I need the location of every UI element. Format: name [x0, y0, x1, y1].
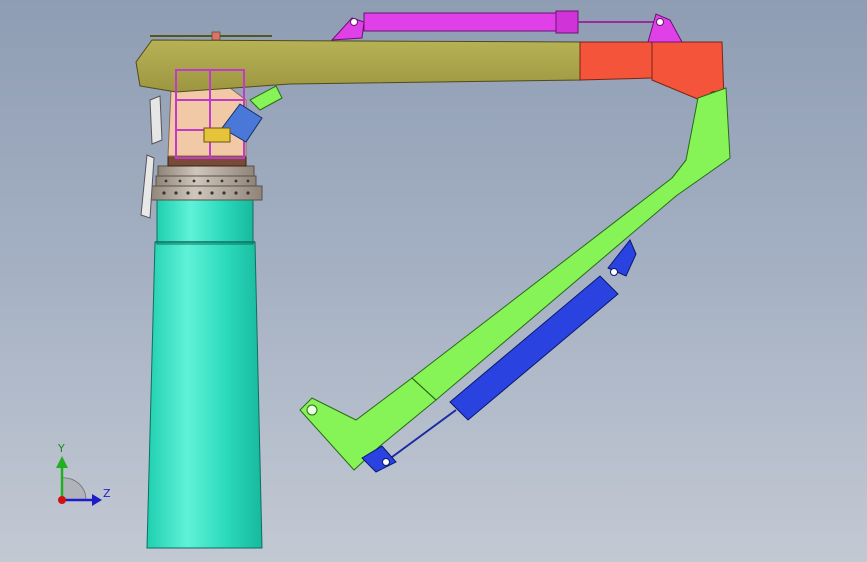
crane-model[interactable] [0, 0, 867, 562]
folding-cylinder[interactable] [361, 239, 637, 473]
triad-z-label: Z [103, 487, 111, 500]
triad-x-axis [58, 496, 66, 504]
luffing-cylinder[interactable] [330, 10, 683, 43]
folding-arm[interactable] [299, 87, 731, 471]
view-triad [56, 456, 102, 506]
pedestal-column[interactable] [146, 199, 263, 549]
triad-y-label: Y [58, 442, 65, 455]
slewing-ring[interactable] [149, 155, 263, 201]
graphics-viewport[interactable]: Y Z [0, 0, 867, 562]
main-boom[interactable] [135, 31, 583, 93]
boom-extension[interactable] [579, 41, 725, 101]
